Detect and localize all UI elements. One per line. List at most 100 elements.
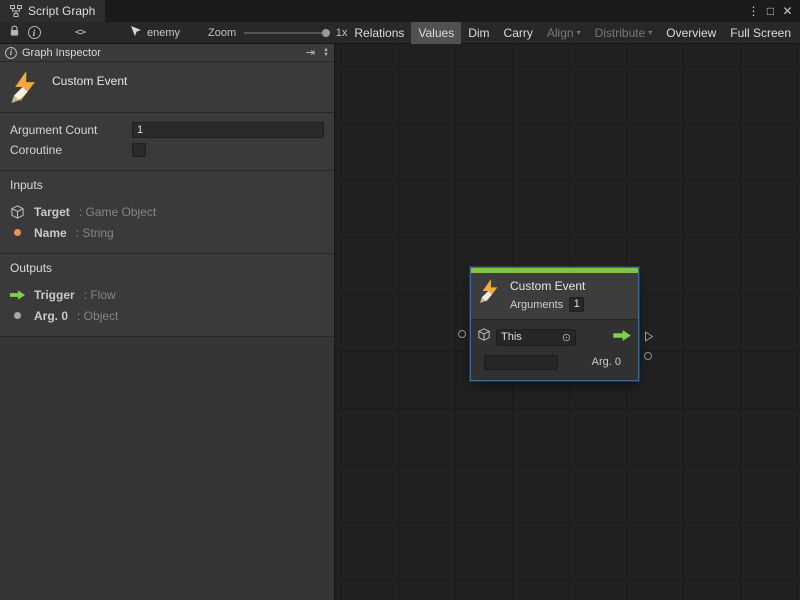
input-port-row: Target : Game Object [10,201,324,222]
cube-icon [478,328,490,346]
graph-pointer-icon [130,25,142,40]
graph-name: enemy [147,27,180,39]
button-label: Carry [504,26,533,40]
info-icon: i [5,47,17,59]
output-port-row: Arg. 0 : Object [10,305,324,326]
dock-panel-icon[interactable]: ⇥ [306,46,315,59]
titlebar: Script Graph ⋮ □ ✕ [0,0,800,22]
flow-arrow-icon [10,290,25,300]
port-type: : Game Object [79,205,156,219]
custom-event-header: Custom Event [0,62,334,113]
graph-breadcrumb[interactable]: enemy [130,25,180,40]
button-label: Distribute [595,26,646,40]
button-label: Full Screen [730,26,791,40]
zoom-label: Zoom [208,27,236,39]
edit-source-button[interactable]: <> [70,23,90,43]
port-type: : Object [77,309,118,323]
arg0-label: Arg. 0 [592,356,621,368]
output-port-row: Trigger : Flow [10,284,324,305]
trigger-flow-arrow-icon[interactable] [613,328,631,346]
cube-icon [10,205,25,219]
toolbar: i <> enemy Zoom 1x Relations Values Dim … [0,22,800,44]
custom-event-icon [10,71,40,108]
port-name: Target [34,205,70,219]
node-body: This ⊙ Arg. 0 [471,320,638,380]
node-header[interactable]: Custom Event Arguments 1 [471,273,638,320]
custom-event-node[interactable]: Custom Event Arguments 1 [470,267,639,381]
node-arg0-port-connector[interactable] [644,352,652,360]
inputs-section: Inputs Target : Game Object Name : Strin… [0,171,334,254]
main-area: i Graph Inspector ⇥ ▲ ▼ Custom Even [0,44,800,600]
node-header-text: Custom Event Arguments 1 [510,279,585,312]
lock-icon [9,25,20,40]
button-label: Overview [666,26,716,40]
port-type: : String [76,226,114,240]
button-label: Dim [468,26,489,40]
toolbar-button-values[interactable]: Values [411,22,461,44]
port-name: Trigger [34,288,75,302]
zoom-value: 1x [336,27,348,39]
node-target-row: This ⊙ [478,328,631,346]
close-icon: ✕ [782,4,792,18]
panel-scrollbar[interactable]: ▲ ▼ [323,48,329,58]
argument-count-input[interactable] [132,122,324,138]
tab-title: Script Graph [28,4,95,18]
node-arg0-row: Arg. 0 [478,353,631,371]
toolbar-buttons: Relations Values Dim Carry Align▾ Distri… [347,22,798,44]
close-button[interactable]: ✕ [779,0,796,22]
graph-inspector-title: Graph Inspector [22,47,101,59]
input-port-row: Name : String [10,222,324,243]
argument-count-row: Argument Count [10,120,324,140]
event-fields: Argument Count Coroutine [0,113,334,171]
port-name: Name [34,226,67,240]
titlebar-spacer [105,0,745,22]
code-icon: <> [75,27,85,38]
zoom-slider-thumb[interactable] [322,29,330,37]
gray-dot-icon [10,312,25,319]
outputs-section: Outputs Trigger : Flow Arg. 0 : Object [0,254,334,337]
graph-canvas[interactable]: Custom Event Arguments 1 [335,44,800,600]
toolbar-button-fullscreen[interactable]: Full Screen [723,22,798,44]
target-object-value: This [501,331,522,343]
chevron-down-icon: ▾ [577,29,581,37]
maximize-icon: □ [767,4,774,18]
node-arguments-label: Arguments [510,299,563,311]
node-trigger-port-connector[interactable] [644,329,654,347]
toolbar-button-overview[interactable]: Overview [659,22,723,44]
inspector-empty-area [0,337,334,600]
coroutine-row: Coroutine [10,140,324,160]
script-graph-icon [10,5,22,17]
toolbar-button-dim[interactable]: Dim [461,22,496,44]
argument-count-label: Argument Count [10,123,132,137]
object-picker-icon[interactable]: ⊙ [562,331,571,344]
coroutine-checkbox[interactable] [132,143,146,157]
script-graph-window: Script Graph ⋮ □ ✕ i <> [0,0,800,600]
graph-inspector-header: i Graph Inspector ⇥ ▲ ▼ [0,44,334,62]
custom-event-title: Custom Event [52,71,127,88]
toolbar-button-align[interactable]: Align▾ [540,22,588,44]
maximize-button[interactable]: □ [762,0,779,22]
toolbar-button-carry[interactable]: Carry [497,22,540,44]
button-label: Align [547,26,574,40]
zoom-slider[interactable] [244,28,330,38]
node-arguments-field[interactable]: 1 [569,297,584,312]
zoom-slider-track [244,32,330,34]
outputs-title: Outputs [10,261,324,275]
lock-button[interactable] [4,23,24,43]
graph-inspector-panel: i Graph Inspector ⇥ ▲ ▼ Custom Even [0,44,335,600]
inputs-title: Inputs [10,178,324,192]
menu-dots-icon: ⋮ [748,4,760,18]
port-name: Arg. 0 [34,309,68,323]
button-label: Values [418,26,454,40]
coroutine-label: Coroutine [10,143,132,157]
scroll-down-icon[interactable]: ▼ [323,53,329,58]
target-object-field[interactable]: This ⊙ [496,329,576,346]
tab-script-graph[interactable]: Script Graph [0,0,105,22]
arg0-value-input[interactable] [484,355,558,370]
toolbar-button-distribute[interactable]: Distribute▾ [588,22,660,44]
window-menu-button[interactable]: ⋮ [745,0,762,22]
inspector-toggle-button[interactable]: i [24,23,44,43]
button-label: Relations [354,26,404,40]
toolbar-button-relations[interactable]: Relations [347,22,411,44]
node-input-port-connector[interactable] [458,330,466,338]
